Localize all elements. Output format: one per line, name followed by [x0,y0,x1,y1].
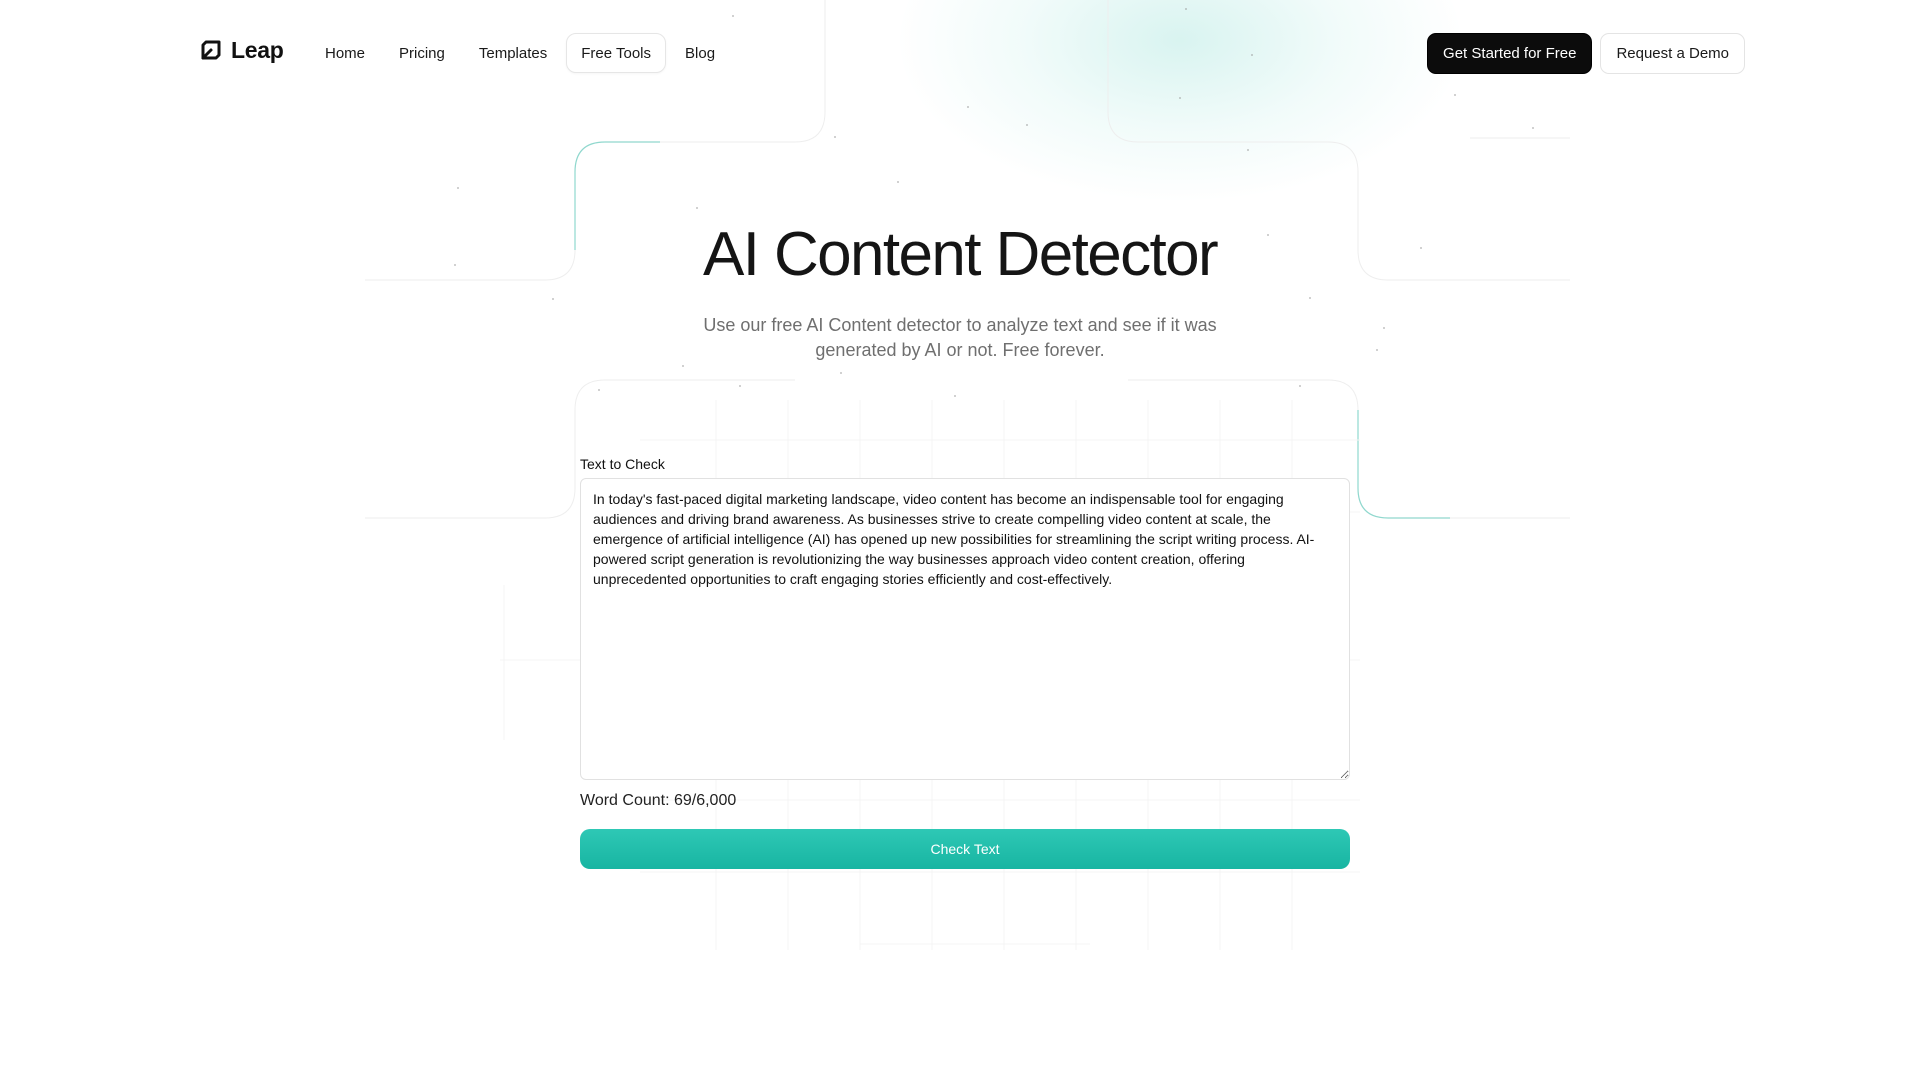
nav-item-templates[interactable]: Templates [464,33,562,73]
main-nav: Home Pricing Templates Free Tools Blog [310,33,730,73]
detector-form: Text to Check In today's fast-paced digi… [580,455,1350,869]
nav-item-pricing[interactable]: Pricing [384,33,460,73]
site-header: Leap Home Pricing Templates Free Tools B… [0,0,1920,108]
page-title: AI Content Detector [702,220,1219,289]
page-subtitle: Use our free AI Content detector to anal… [703,315,1217,360]
word-count: Word Count: 69/6,000 [580,792,737,809]
text-to-check-input[interactable]: In today's fast-paced digital marketing … [580,478,1350,780]
nav-item-free-tools[interactable]: Free Tools [566,33,667,73]
text-to-check-label: Text to Check [580,456,665,472]
request-demo-button[interactable]: Request a Demo [1600,33,1745,74]
leap-logo-icon [201,40,221,60]
logo-link[interactable]: Leap [199,36,284,64]
get-started-button[interactable]: Get Started for Free [1427,33,1593,74]
nav-item-home[interactable]: Home [310,33,380,73]
nav-item-blog[interactable]: Blog [670,33,730,73]
logo-text: Leap [231,37,284,63]
check-text-button[interactable]: Check Text [580,829,1350,869]
page: Leap Home Pricing Templates Free Tools B… [0,0,1920,1080]
header-actions: Get Started for Free Request a Demo [1427,33,1745,74]
